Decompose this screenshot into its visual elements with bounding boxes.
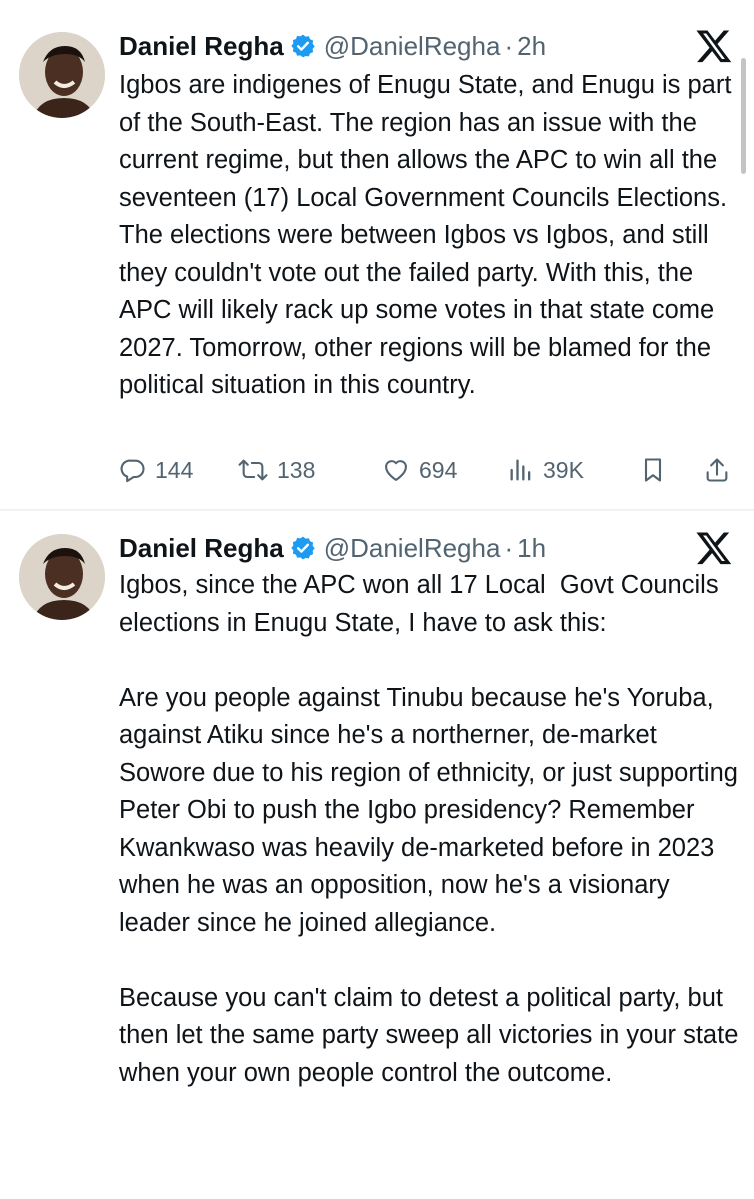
avatar[interactable]: [19, 534, 105, 620]
bookmark-icon: [644, 458, 662, 482]
share-icon: [706, 458, 728, 482]
tweet[interactable]: Daniel Regha @DanielRegha · 1h Igbos, si…: [0, 510, 754, 1199]
analytics-icon: [510, 459, 531, 481]
retweet-button[interactable]: 138: [237, 452, 315, 488]
verified-badge-icon: [290, 33, 316, 59]
avatar[interactable]: [19, 32, 105, 118]
x-logo-icon[interactable]: [695, 529, 733, 567]
display-name[interactable]: Daniel Regha: [119, 31, 284, 62]
user-handle[interactable]: @DanielRegha: [324, 31, 501, 62]
verified-badge-icon: [290, 535, 316, 561]
heart-icon: [385, 460, 407, 481]
tweet-header: Daniel Regha @DanielRegha · 2h: [119, 28, 546, 64]
timestamp[interactable]: 2h: [517, 31, 546, 62]
bookmark-button[interactable]: [639, 452, 667, 488]
tweet-text: Igbos are indigenes of Enugu State, and …: [119, 71, 739, 399]
reply-icon: [120, 459, 145, 483]
share-button[interactable]: [703, 452, 731, 488]
scrollbar[interactable]: [741, 58, 746, 174]
view-count: 39K: [543, 456, 584, 483]
like-button[interactable]: 694: [381, 452, 457, 488]
display-name[interactable]: Daniel Regha: [119, 533, 284, 564]
timestamp[interactable]: 1h: [517, 533, 546, 564]
tweet-text: Igbos, since the APC won all 17 Local Go…: [119, 571, 739, 1087]
separator-dot: ·: [504, 30, 514, 61]
tweet-header: Daniel Regha @DanielRegha · 1h: [119, 530, 546, 566]
retweet-count: 138: [277, 456, 316, 483]
reply-button[interactable]: 144: [119, 452, 193, 488]
reply-count: 144: [155, 456, 194, 483]
separator-dot: ·: [504, 532, 514, 563]
user-handle[interactable]: @DanielRegha: [324, 533, 501, 564]
x-logo-icon[interactable]: [695, 27, 733, 65]
retweet-icon: [238, 459, 268, 481]
tweet[interactable]: Daniel Regha @DanielRegha · 2h Igbos are…: [0, 0, 754, 510]
tweet-actions: 144 138 694 39K: [119, 452, 741, 488]
views-button[interactable]: 39K: [507, 452, 584, 488]
like-count: 694: [419, 456, 458, 483]
